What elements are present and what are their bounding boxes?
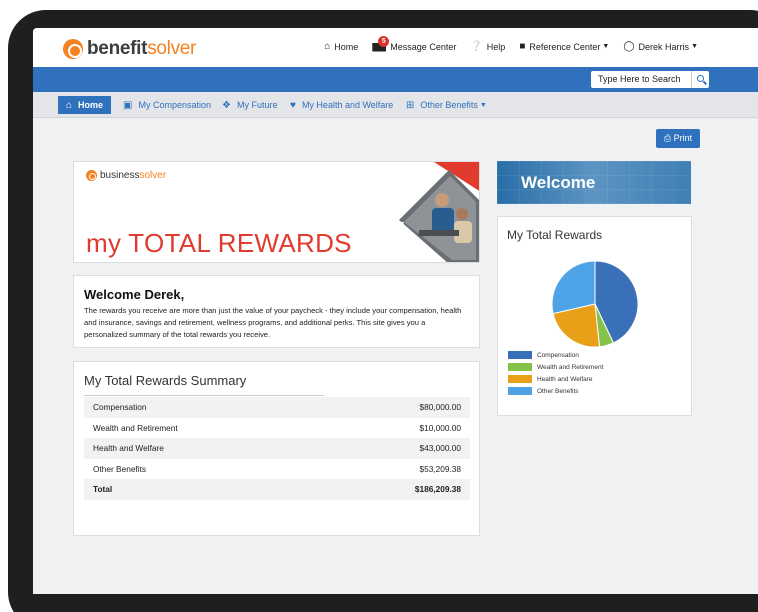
tab-my-health-and-welfare[interactable]: ♥ My Health and Welfare [290, 96, 393, 114]
legend-swatch [508, 375, 532, 383]
welcome-title: Welcome Derek, [84, 287, 185, 302]
hero-title: my TOTAL REWARDS [86, 228, 352, 258]
chart-legend: Compensation Wealth and Retirement Health … [508, 349, 603, 397]
user-icon: ◯ [623, 41, 635, 52]
nav-reference-center[interactable]: ■ Reference Center ▼ [519, 41, 609, 52]
tab-other-benefits[interactable]: ⊞ Other Benefits ▼ [406, 96, 487, 114]
row-value: $53,209.38 [419, 463, 461, 474]
total-rewards-chart-card: My Total Rewards Compensation Wealth and … [497, 216, 692, 416]
row-value: $10,000.00 [419, 422, 461, 433]
tab-my-future[interactable]: ❖ My Future [222, 96, 277, 114]
top-header: benefitsolver ⌂ Home 5 Message Center ❔ … [33, 28, 758, 67]
legend-label: Compensation [537, 351, 579, 359]
pie-slice-other-benefits[interactable] [551, 260, 596, 315]
search-icon [697, 75, 704, 82]
row-label: Health and Welfare [93, 443, 164, 454]
legend-item: Other Benefits [508, 385, 603, 397]
search-input[interactable]: Type Here to Search [591, 71, 691, 88]
nav-home[interactable]: ⌂ Home [324, 41, 358, 52]
chevron-down-icon: ▼ [691, 43, 698, 50]
home-icon: ⌂ [66, 99, 73, 111]
legend-item: Wealth and Retirement [508, 361, 603, 373]
summary-title: My Total Rewards Summary [84, 373, 247, 388]
nav-reference-center-label: Reference Center [529, 41, 601, 52]
total-value: $186,209.38 [414, 484, 461, 495]
main-tabs: ⌂ Home ▣ My Compensation ❖ My Future ♥ M… [33, 92, 758, 118]
table-row: Compensation $80,000.00 [84, 397, 470, 418]
tab-my-compensation[interactable]: ▣ My Compensation [123, 96, 211, 114]
search-button[interactable] [691, 71, 709, 88]
print-button[interactable]: ⎙ Print [656, 129, 700, 148]
tab-my-health-and-welfare-label: My Health and Welfare [301, 100, 394, 110]
logo-text-main: benefit [87, 38, 148, 59]
nav-user-label: Derek Harris [638, 41, 690, 52]
tab-home-label: Home [78, 100, 104, 110]
table-row: Wealth and Retirement $10,000.00 [84, 418, 470, 439]
legend-swatch [508, 351, 532, 359]
tab-my-future-label: My Future [236, 100, 278, 110]
welcome-banner-text: Welcome [521, 173, 596, 192]
logo-text-accent: solver [147, 38, 197, 59]
nav-home-label: Home [334, 41, 359, 52]
plus-icon: ⊞ [406, 99, 415, 111]
row-value: $43,000.00 [419, 443, 461, 454]
welcome-body: The rewards you receive are more than ju… [84, 306, 462, 339]
top-nav: ⌂ Home 5 Message Center ❔ Help ■ Referen… [310, 35, 698, 52]
welcome-banner: Welcome [497, 161, 691, 204]
chevron-down-icon: ▼ [602, 43, 610, 50]
tab-home[interactable]: ⌂ Home [58, 96, 112, 114]
legend-label: Other Benefits [537, 387, 579, 395]
hero-logo-accent: solver [139, 170, 167, 181]
hero-logo-main: business [100, 170, 140, 181]
logo-icon [63, 39, 83, 59]
total-label: Total [93, 484, 113, 495]
legend-swatch [508, 387, 532, 395]
nav-user-menu[interactable]: ◯ Derek Harris ▼ [623, 41, 698, 52]
legend-item: Compensation [508, 349, 603, 361]
table-row: Other Benefits $53,209.38 [84, 459, 470, 480]
rewards-summary-card: My Total Rewards Summary Compensation $8… [73, 361, 480, 536]
divider [84, 395, 324, 396]
print-label: Print [673, 133, 693, 143]
benefitsolver-logo[interactable]: benefitsolver [63, 38, 196, 60]
nav-help-label: Help [486, 41, 506, 52]
businesssolver-logo: business solver [86, 170, 166, 181]
money-icon: ▣ [123, 99, 133, 111]
summary-table: Compensation $80,000.00 Wealth and Retir… [84, 397, 470, 500]
heart-icon: ♥ [290, 99, 296, 111]
legend-item: Health and Welfare [508, 373, 603, 385]
welcome-message-card: Welcome Derek, The rewards you receive a… [73, 275, 480, 348]
tab-other-benefits-label: Other Benefits [420, 100, 478, 110]
message-count-badge: 5 [378, 35, 390, 47]
nav-help[interactable]: ❔ Help [470, 41, 505, 52]
home-icon: ⌂ [324, 41, 331, 52]
legend-swatch [508, 363, 532, 371]
legend-label: Health and Welfare [537, 375, 593, 383]
tab-my-compensation-label: My Compensation [138, 100, 211, 110]
total-rewards-hero: business solver my TOTAL REWARDS [73, 161, 480, 263]
hero-photo-image [364, 162, 479, 262]
nav-message-center[interactable]: 5 Message Center [372, 35, 457, 52]
total-row: Total $186,209.38 [84, 479, 470, 500]
app-screen: benefitsolver ⌂ Home 5 Message Center ❔ … [33, 28, 758, 594]
print-icon: ⎙ [663, 133, 674, 143]
row-label: Other Benefits [93, 463, 147, 474]
table-row: Health and Welfare $43,000.00 [84, 438, 470, 459]
nav-message-center-label: Message Center [390, 41, 457, 52]
pie-chart [551, 260, 639, 347]
help-icon: ❔ [470, 41, 483, 52]
search-bar: Type Here to Search [33, 67, 758, 92]
chevron-down-icon: ▼ [479, 101, 487, 109]
book-icon: ■ [519, 41, 526, 52]
row-label: Wealth and Retirement [93, 422, 178, 433]
row-label: Compensation [93, 402, 147, 413]
leaf-icon: ❖ [222, 99, 231, 111]
logo-icon [86, 170, 97, 181]
legend-label: Wealth and Retirement [537, 363, 604, 371]
row-value: $80,000.00 [419, 402, 461, 413]
